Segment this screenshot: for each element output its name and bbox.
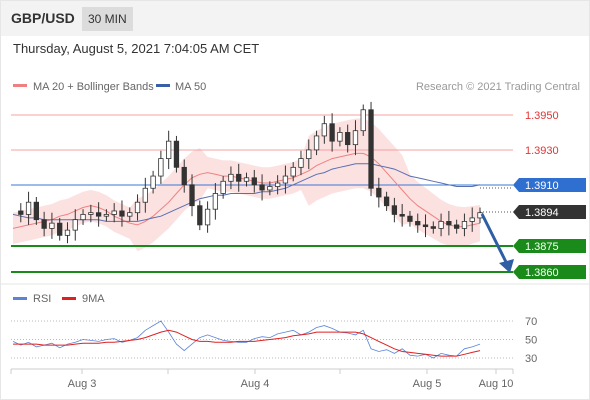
legend-swatch-ma20 — [13, 84, 27, 87]
support-price-label: 1.3875 — [525, 241, 559, 253]
forecast-arrow-head — [499, 259, 514, 273]
support-price-tag: 1.3875 — [513, 239, 586, 253]
candle — [166, 130, 172, 170]
candle — [368, 101, 374, 197]
legend-swatch-9ma — [62, 297, 76, 300]
x-tick-label: Aug 3 — [68, 378, 97, 390]
candle — [158, 150, 164, 184]
candle — [197, 200, 203, 231]
support-price-tag: 1.3860 — [513, 265, 586, 279]
ma50-price-label: 1.3910 — [525, 180, 559, 192]
rsi-tick-label-70: 70 — [525, 316, 537, 328]
legend-swatch-rsi — [13, 297, 27, 300]
x-tick-label: Aug 10 — [479, 378, 514, 390]
candle — [173, 135, 180, 173]
last-price-label: 1.3894 — [525, 207, 559, 219]
rsi-tick-label-30: 30 — [525, 353, 537, 365]
legend-swatch-ma50 — [156, 84, 170, 87]
forecast-arrow-shaft — [480, 213, 508, 263]
x-tick-label: Aug 5 — [413, 378, 442, 390]
copyright-text: Research © 2021 Trading Central — [416, 81, 580, 93]
resistance-label-1: 1.3930 — [525, 145, 559, 157]
x-tick-label: Aug 4 — [241, 378, 270, 390]
rsi-tick-label-50: 50 — [525, 335, 537, 347]
rsi-9ma-line — [13, 329, 481, 357]
ma50-price-tag: 1.3910 — [513, 178, 586, 192]
legend-label-9ma: 9MA — [82, 293, 105, 305]
candle — [204, 201, 211, 233]
last-price-tag: 1.3894 — [513, 205, 586, 219]
legend-label-rsi: RSI — [33, 293, 51, 305]
resistance-label-0: 1.3950 — [525, 110, 559, 122]
price-chart: 1.3950 1.3930 1.3910 1.3894 1.3875 1.3860 MA … — [0, 81, 590, 390]
support-price-label: 1.3860 — [525, 267, 559, 279]
legend-label-ma20: MA 20 + Bollinger Bands — [33, 81, 154, 93]
legend-label-ma50: MA 50 — [175, 81, 206, 93]
